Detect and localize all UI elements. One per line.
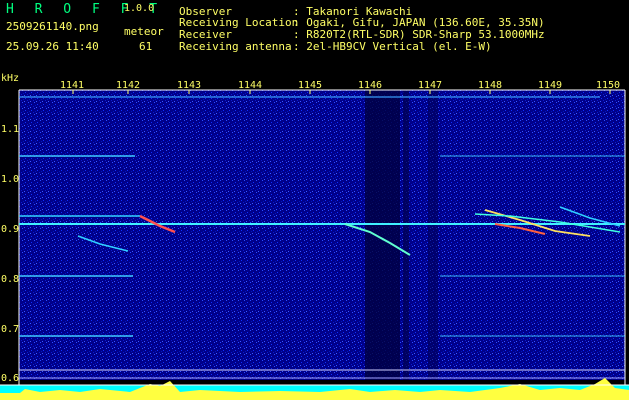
app-version: 1.0.0 [124,3,155,14]
dark-band [365,90,400,380]
antenna-key: Receiving antenna [179,40,292,53]
receiver-key: Receiver [179,28,232,41]
meteor-label: meteor [124,25,164,38]
x-tick-label: 1142 [116,80,141,91]
y-axis-unit: kHz [1,73,20,84]
antenna-value: : 2el-HB9CV Vertical (el. E-W) [293,40,492,53]
y-tick-label: 0.6 [1,373,20,384]
x-tick-label: 1146 [358,80,383,91]
x-tick-label: 1150 [596,80,621,91]
x-tick-label: 1147 [418,80,443,91]
y-tick-label: 1.0 [1,174,20,185]
receiver-value: : R820T2(RTL-SDR) SDR-Sharp 53.1000MHz [293,28,545,41]
x-tick-label: 1145 [298,80,323,91]
file-datetime: 25.09.26 11:40 [6,40,99,53]
x-tick-label: 1141 [60,80,85,91]
x-tick-label: 1144 [238,80,263,91]
y-tick-label: 1.1 [1,124,20,135]
x-tick-label: 1149 [538,80,563,91]
y-tick-label: 0.7 [1,324,20,335]
y-tick-label: 0.8 [1,274,20,285]
y-tick-label: 0.9 [1,224,20,235]
x-tick-label: 1143 [177,80,202,91]
spectrogram [0,89,629,400]
meteor-count: 61 [139,40,153,53]
file-name: 2509261140.png [6,20,99,33]
dark-band [403,90,409,380]
location-value: : Ogaki, Gifu, JAPAN (136.60E, 35.35N) [293,16,545,29]
dark-band [428,90,438,380]
location-key: Receiving Location [179,16,299,29]
x-tick-label: 1148 [478,80,503,91]
